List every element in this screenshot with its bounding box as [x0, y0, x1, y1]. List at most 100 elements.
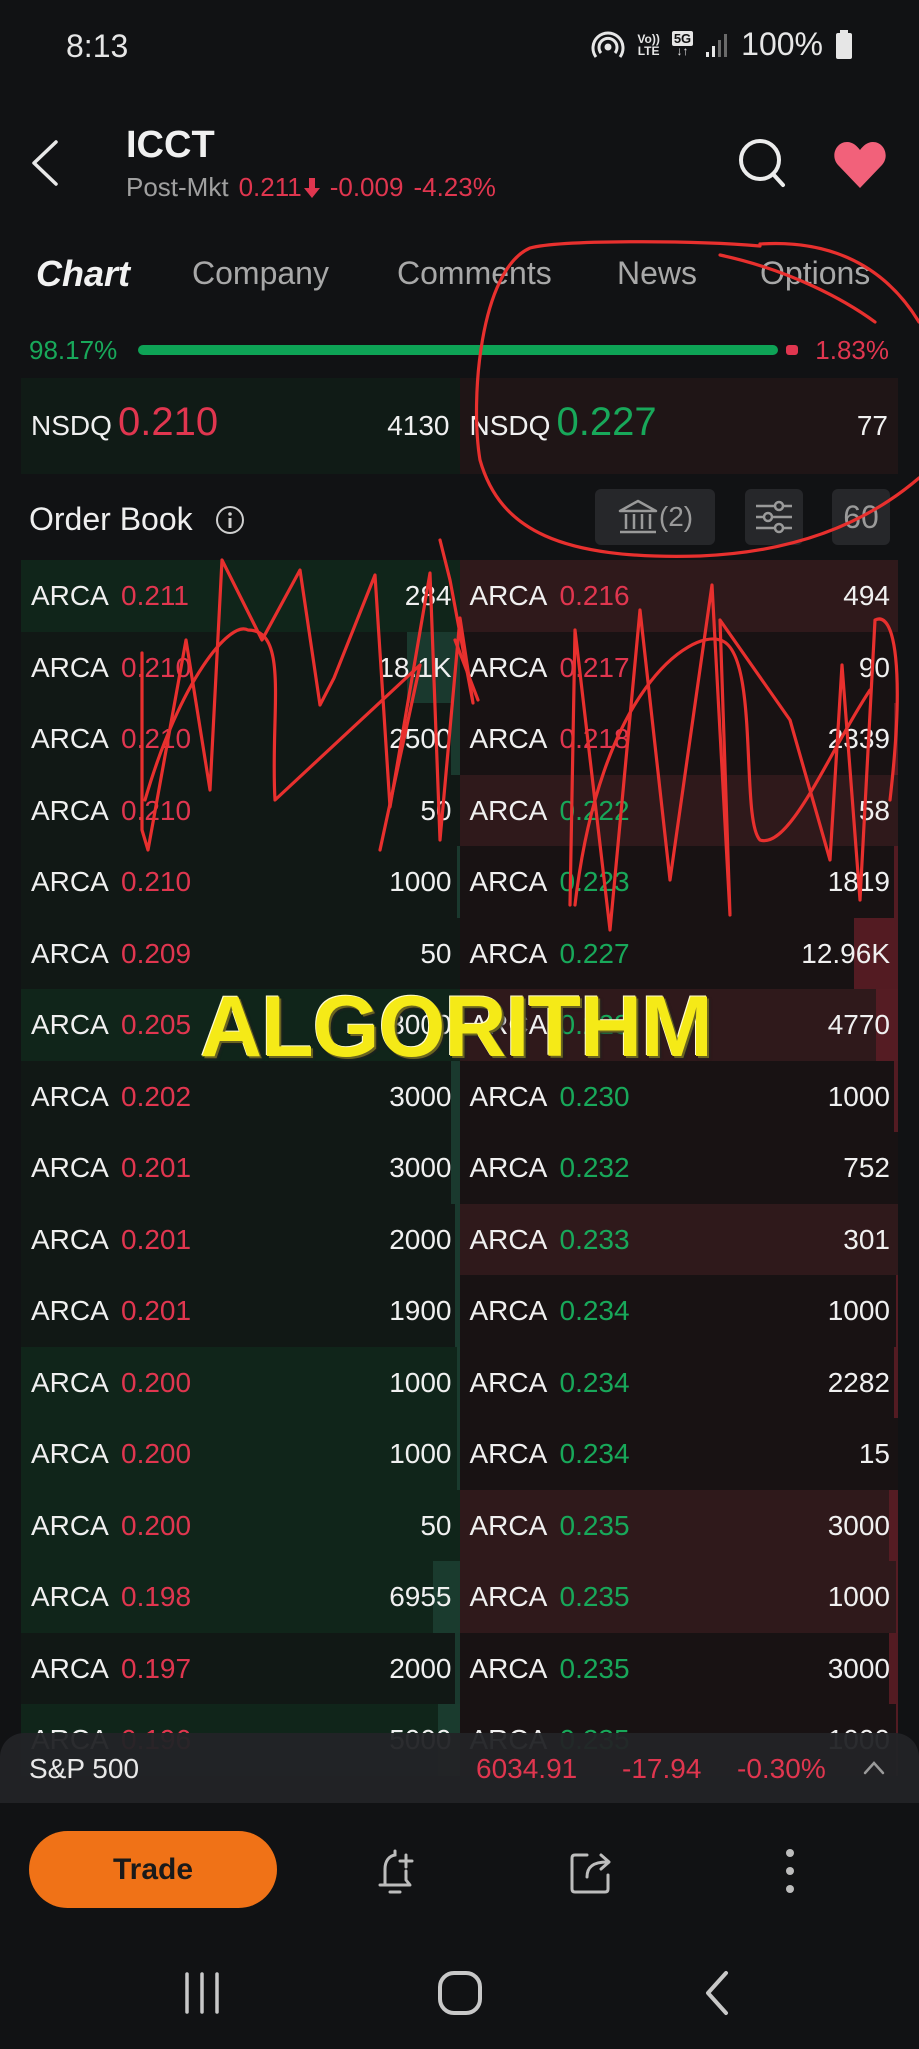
- best-ask-price: 0.227: [556, 400, 657, 444]
- broker-filter-count: (2): [658, 501, 694, 532]
- ask-size: 2339: [827, 723, 890, 754]
- ask-price: 0.218: [559, 723, 630, 754]
- ask-exchange: ARCA: [469, 1080, 548, 1112]
- volte-bottom: LTE: [637, 43, 660, 58]
- ask-level[interactable]: ARCA 0.233 301: [459, 1203, 898, 1275]
- more-icon[interactable]: [765, 1847, 815, 1897]
- recent-apps-icon[interactable]: [172, 1968, 232, 2018]
- bid-price: 0.198: [121, 1581, 192, 1612]
- bid-level[interactable]: ARCA 0.200 1000: [21, 1418, 460, 1490]
- ask-price: 0.223: [559, 866, 630, 897]
- bid-size: 1000: [389, 1366, 452, 1398]
- bid-level[interactable]: ARCA 0.198 6955: [21, 1561, 460, 1633]
- index-ticker-bar[interactable]: S&P 500 6034.91 -17.94 -0.30%: [0, 1733, 919, 1803]
- bid-level[interactable]: ARCA 0.200 50: [21, 1489, 460, 1561]
- ask-level[interactable]: ARCA 0.234 1000: [459, 1275, 898, 1347]
- ask-level[interactable]: ARCA 0.234 15: [459, 1418, 898, 1490]
- bid-level[interactable]: ARCA 0.211 284: [21, 560, 460, 632]
- ask-price: 0.230: [559, 1080, 630, 1112]
- info-icon[interactable]: [215, 505, 245, 535]
- bid-exchange: ARCA: [31, 1509, 109, 1541]
- ask-exchange: ARCA: [469, 794, 548, 826]
- ask-exchange: ARCA: [469, 1652, 548, 1684]
- signal-icon: [706, 33, 728, 57]
- bid-exchange: ARCA: [31, 866, 109, 897]
- ask-size: 301: [843, 1223, 890, 1255]
- chevron-up-icon[interactable]: [862, 1757, 886, 1779]
- settings-button[interactable]: [745, 489, 803, 545]
- best-ask-exchange: NSDQ: [469, 410, 551, 441]
- depth-level-button[interactable]: 60: [832, 489, 890, 545]
- ask-price: 0.235: [559, 1509, 630, 1541]
- order-book: ARCA 0.211 284 ARCA 0.216 494 ARCA 0.210 18.1K AR…: [21, 560, 898, 1776]
- status-time: 8:13: [66, 28, 129, 64]
- bid-price: 0.200: [121, 1509, 192, 1541]
- bid-exchange: ARCA: [31, 1009, 109, 1040]
- ask-size: 1000: [827, 1581, 890, 1612]
- tab-comments[interactable]: Comments: [397, 255, 552, 292]
- ask-level[interactable]: ARCA 0.235 1000: [459, 1561, 898, 1633]
- ask-price: 0.232: [559, 1152, 630, 1183]
- bid-price: 0.201: [121, 1223, 192, 1255]
- order-book-header: Order Book (2) 60: [0, 485, 919, 555]
- session-label: Post-Mkt: [126, 172, 229, 202]
- system-nav-bar: [0, 1928, 919, 2049]
- bid-level[interactable]: ARCA 0.201 2000: [21, 1203, 460, 1275]
- index-value: 6034.91: [476, 1753, 578, 1784]
- bid-price: 0.210: [121, 723, 192, 754]
- price-value: 0.211: [238, 172, 302, 202]
- ask-level[interactable]: ARCA 0.223 1819: [459, 846, 898, 918]
- search-icon[interactable]: [736, 136, 788, 188]
- tab-news[interactable]: News: [617, 255, 697, 292]
- ask-level[interactable]: ARCA 0.235 3000: [459, 1489, 898, 1561]
- bid-level[interactable]: ARCA 0.197 2000: [21, 1632, 460, 1704]
- stock-header: ICCT Post-Mkt 0.211 -0.009 -4.23%: [0, 110, 919, 210]
- ask-level[interactable]: ARCA 0.217 90: [459, 631, 898, 703]
- bid-size: 50: [420, 794, 452, 826]
- bid-level[interactable]: ARCA 0.201 3000: [21, 1132, 460, 1204]
- bid-size: 6955: [389, 1581, 452, 1612]
- ask-size: 1000: [827, 1080, 890, 1112]
- ask-level[interactable]: ARCA 0.216 494: [459, 560, 898, 632]
- bid-level[interactable]: ARCA 0.200 1000: [21, 1346, 460, 1418]
- ask-level[interactable]: ARCA 0.234 2282: [459, 1346, 898, 1418]
- 5g-icon: 5G ↓↑: [671, 30, 694, 58]
- share-icon[interactable]: [567, 1847, 617, 1897]
- ask-level[interactable]: ARCA 0.218 2339: [459, 703, 898, 775]
- bid-ratio-label: 98.17%: [29, 335, 118, 365]
- bid-price: 0.211: [121, 580, 189, 611]
- ask-depth-bar: [893, 1346, 898, 1418]
- post-market-change-pct: -4.23%: [413, 172, 496, 202]
- home-icon[interactable]: [430, 1968, 490, 2018]
- ask-depth-bar: [893, 846, 898, 918]
- bid-exchange: ARCA: [31, 794, 109, 826]
- bid-level[interactable]: ARCA 0.210 1000: [21, 846, 460, 918]
- ask-level[interactable]: ARCA 0.235 3000: [459, 1632, 898, 1704]
- bid-level[interactable]: ARCA 0.210 50: [21, 774, 460, 846]
- order-book-row: ARCA 0.198 6955 ARCA 0.235 1000: [21, 1561, 898, 1633]
- ask-depth-bar: [893, 703, 898, 775]
- bid-level[interactable]: ARCA 0.210 2500: [21, 703, 460, 775]
- tab-chart[interactable]: Chart: [36, 253, 130, 295]
- bid-size: 3000: [389, 1080, 452, 1112]
- status-bar: 8:13 Vo)) LTE 5G ↓↑ 100%: [0, 0, 919, 95]
- network-arrows: ↓↑: [676, 43, 689, 58]
- nav-back-icon[interactable]: [688, 1968, 748, 2018]
- bid-level[interactable]: ARCA 0.210 18.1K: [21, 631, 460, 703]
- battery-percent: 100%: [741, 26, 823, 62]
- trade-button[interactable]: Trade: [29, 1831, 277, 1908]
- tab-options[interactable]: Options: [760, 255, 870, 292]
- tab-company[interactable]: Company: [192, 255, 329, 292]
- ask-price: 0.216: [559, 580, 630, 611]
- ratio-ask-fill: [786, 345, 798, 355]
- broker-filter-button[interactable]: (2): [595, 489, 715, 545]
- bid-price: 0.210: [121, 866, 192, 897]
- favorite-heart-icon[interactable]: [832, 140, 888, 190]
- bid-exchange: ARCA: [31, 1080, 109, 1112]
- alert-add-icon[interactable]: [371, 1847, 421, 1897]
- bid-price: 0.209: [121, 937, 192, 969]
- back-button[interactable]: [26, 138, 66, 188]
- ask-level[interactable]: ARCA 0.232 752: [459, 1132, 898, 1204]
- bid-level[interactable]: ARCA 0.201 1900: [21, 1275, 460, 1347]
- ask-level[interactable]: ARCA 0.222 58: [459, 774, 898, 846]
